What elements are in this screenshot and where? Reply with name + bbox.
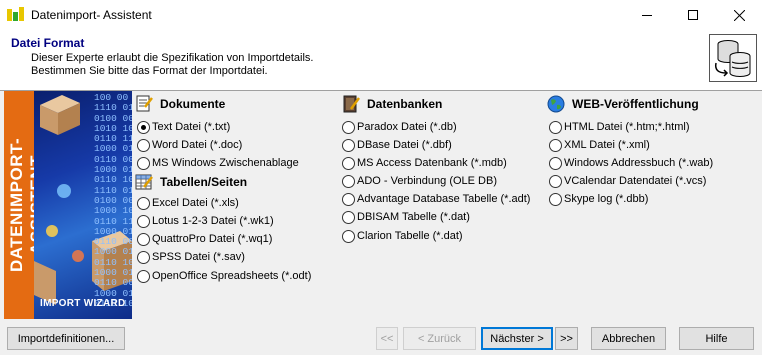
radio-button <box>342 138 355 152</box>
radio-button <box>137 156 150 170</box>
banner-binary-digits: 100 00 1110 01 0100 00 1010 10 0110 11 1… <box>94 92 132 309</box>
radio-label: Lotus 1-2-3 Datei (*.wk1) <box>152 215 274 227</box>
section-label-web: WEB-Veröffentlichung <box>572 97 699 111</box>
app-icon <box>7 7 24 21</box>
title-bar: Datenimport- Assistent <box>0 0 762 30</box>
header-description-line1: Dieser Experte erlaubt die Spezifikation… <box>31 52 314 64</box>
radio-label: OpenOffice Spreadsheets (*.odt) <box>152 270 312 282</box>
radio-clarion-tabelle[interactable]: Clarion Tabelle (*.dat) <box>342 228 463 244</box>
close-icon <box>733 9 745 21</box>
radio-button <box>137 250 150 264</box>
banner-illustration: 100 00 1110 01 0100 00 1010 10 0110 11 1… <box>34 91 132 319</box>
first-page-button[interactable]: << <box>376 327 398 350</box>
radio-label: DBase Datei (*.dbf) <box>357 139 452 151</box>
radio-paradox-datei[interactable]: Paradox Datei (*.db) <box>342 119 457 135</box>
cancel-button[interactable]: Abbrechen <box>591 327 666 350</box>
radio-button <box>549 138 562 152</box>
radio-button <box>342 174 355 188</box>
radio-ms-access-datenbank[interactable]: MS Access Datenbank (*.mdb) <box>342 155 507 171</box>
banner-vertical-text: DATENIMPORT-ASSISTENT <box>7 137 46 273</box>
radio-label: VCalendar Datendatei (*.vcs) <box>564 175 707 187</box>
radio-ado-verbindung[interactable]: ADO - Verbindung (OLE DB) <box>342 173 497 189</box>
radio-label: SPSS Datei (*.sav) <box>152 251 245 263</box>
section-label-tabellen: Tabellen/Seiten <box>160 175 248 189</box>
radio-quattropro-datei[interactable]: QuattroPro Datei (*.wq1) <box>137 231 272 247</box>
radio-xml-datei[interactable]: XML Datei (*.xml) <box>549 137 650 153</box>
radio-button <box>137 232 150 246</box>
radio-label: HTML Datei (*.htm;*.html) <box>564 121 690 133</box>
window-title: Datenimport- Assistent <box>31 8 152 22</box>
help-button[interactable]: Hilfe <box>679 327 754 350</box>
radio-button <box>342 229 355 243</box>
radio-button <box>137 138 150 152</box>
globe-icon <box>547 95 565 113</box>
minimize-icon <box>642 14 652 16</box>
radio-word-datei[interactable]: Word Datei (*.doc) <box>137 137 242 153</box>
radio-label: Windows Addressbuch (*.wab) <box>564 157 714 169</box>
radio-openoffice-spreadsheets[interactable]: OpenOffice Spreadsheets (*.odt) <box>137 268 311 284</box>
close-button[interactable] <box>716 0 762 30</box>
radio-label: Paradox Datei (*.db) <box>357 121 457 133</box>
section-label-dokumente: Dokumente <box>160 97 226 111</box>
radio-button <box>549 174 562 188</box>
section-datenbanken: Datenbanken <box>342 95 442 113</box>
radio-dbase-datei[interactable]: DBase Datei (*.dbf) <box>342 137 452 153</box>
radio-ms-windows-zwischenablage[interactable]: MS Windows Zwischenablage <box>137 155 299 171</box>
banner-strip: DATENIMPORT-ASSISTENT <box>4 91 46 319</box>
radio-text-datei[interactable]: Text Datei (*.txt) <box>137 119 230 135</box>
next-button[interactable]: Nächster > <box>481 327 553 350</box>
radio-dbisam-tabelle[interactable]: DBISAM Tabelle (*.dat) <box>342 209 470 225</box>
radio-button <box>342 120 355 134</box>
wizard-header: Datei Format Dieser Experte erlaubt die … <box>0 30 762 91</box>
radio-label: XML Datei (*.xml) <box>564 139 650 151</box>
spreadsheet-icon <box>135 174 153 190</box>
radio-windows-addressbuch[interactable]: Windows Addressbuch (*.wab) <box>549 155 713 171</box>
radio-label: ADO - Verbindung (OLE DB) <box>357 175 498 187</box>
radio-label: Advantage Database Tabelle (*.adt) <box>357 193 531 205</box>
banner-import-wizard-text: IMPORT WIZARD <box>40 298 126 309</box>
section-web: WEB-Veröffentlichung <box>547 95 699 113</box>
radio-label: Text Datei (*.txt) <box>152 121 231 133</box>
radio-button-selected <box>137 120 150 134</box>
radio-button <box>549 192 562 206</box>
radio-button <box>549 120 562 134</box>
radio-skype-log[interactable]: Skype log (*.dbb) <box>549 191 648 207</box>
wizard-banner: DATENIMPORT-ASSISTENT 100 00 1110 01 010… <box>4 91 132 319</box>
radio-label: QuattroPro Datei (*.wq1) <box>152 233 273 245</box>
page-title: Datei Format <box>11 36 85 50</box>
radio-label: MS Windows Zwischenablage <box>152 157 299 169</box>
radio-button <box>342 156 355 170</box>
radio-html-datei[interactable]: HTML Datei (*.htm;*.html) <box>549 119 690 135</box>
radio-button <box>137 269 150 283</box>
radio-button <box>549 156 562 170</box>
radio-label: Clarion Tabelle (*.dat) <box>357 230 463 242</box>
maximize-button[interactable] <box>670 0 716 30</box>
maximize-icon <box>688 10 698 20</box>
radio-button <box>137 214 150 228</box>
radio-vcalendar-datendatei[interactable]: VCalendar Datendatei (*.vcs) <box>549 173 706 189</box>
import-definitions-button[interactable]: Importdefinitionen... <box>7 327 125 350</box>
back-button[interactable]: < Zurück <box>403 327 476 350</box>
radio-lotus-datei[interactable]: Lotus 1-2-3 Datei (*.wk1) <box>137 213 274 229</box>
radio-label: MS Access Datenbank (*.mdb) <box>357 157 507 169</box>
radio-label: Skype log (*.dbb) <box>564 193 649 205</box>
database-book-icon <box>343 95 360 113</box>
last-page-button[interactable]: >> <box>555 327 578 350</box>
radio-button <box>342 192 355 206</box>
radio-label: Word Datei (*.doc) <box>152 139 243 151</box>
radio-label: DBISAM Tabelle (*.dat) <box>357 211 470 223</box>
section-label-datenbanken: Datenbanken <box>367 97 443 111</box>
database-import-icon <box>709 34 757 82</box>
minimize-button[interactable] <box>624 0 670 30</box>
radio-label: Excel Datei (*.xls) <box>152 197 239 209</box>
radio-excel-datei[interactable]: Excel Datei (*.xls) <box>137 195 239 211</box>
header-description-line2: Bestimmen Sie bitte das Format der Impor… <box>31 65 268 77</box>
section-dokumente: Dokumente <box>135 95 225 113</box>
radio-button <box>342 210 355 224</box>
document-icon <box>136 95 153 112</box>
radio-advantage-database-tabelle[interactable]: Advantage Database Tabelle (*.adt) <box>342 191 530 207</box>
section-tabellen: Tabellen/Seiten <box>135 173 247 191</box>
radio-button <box>137 196 150 210</box>
radio-spss-datei[interactable]: SPSS Datei (*.sav) <box>137 249 245 265</box>
